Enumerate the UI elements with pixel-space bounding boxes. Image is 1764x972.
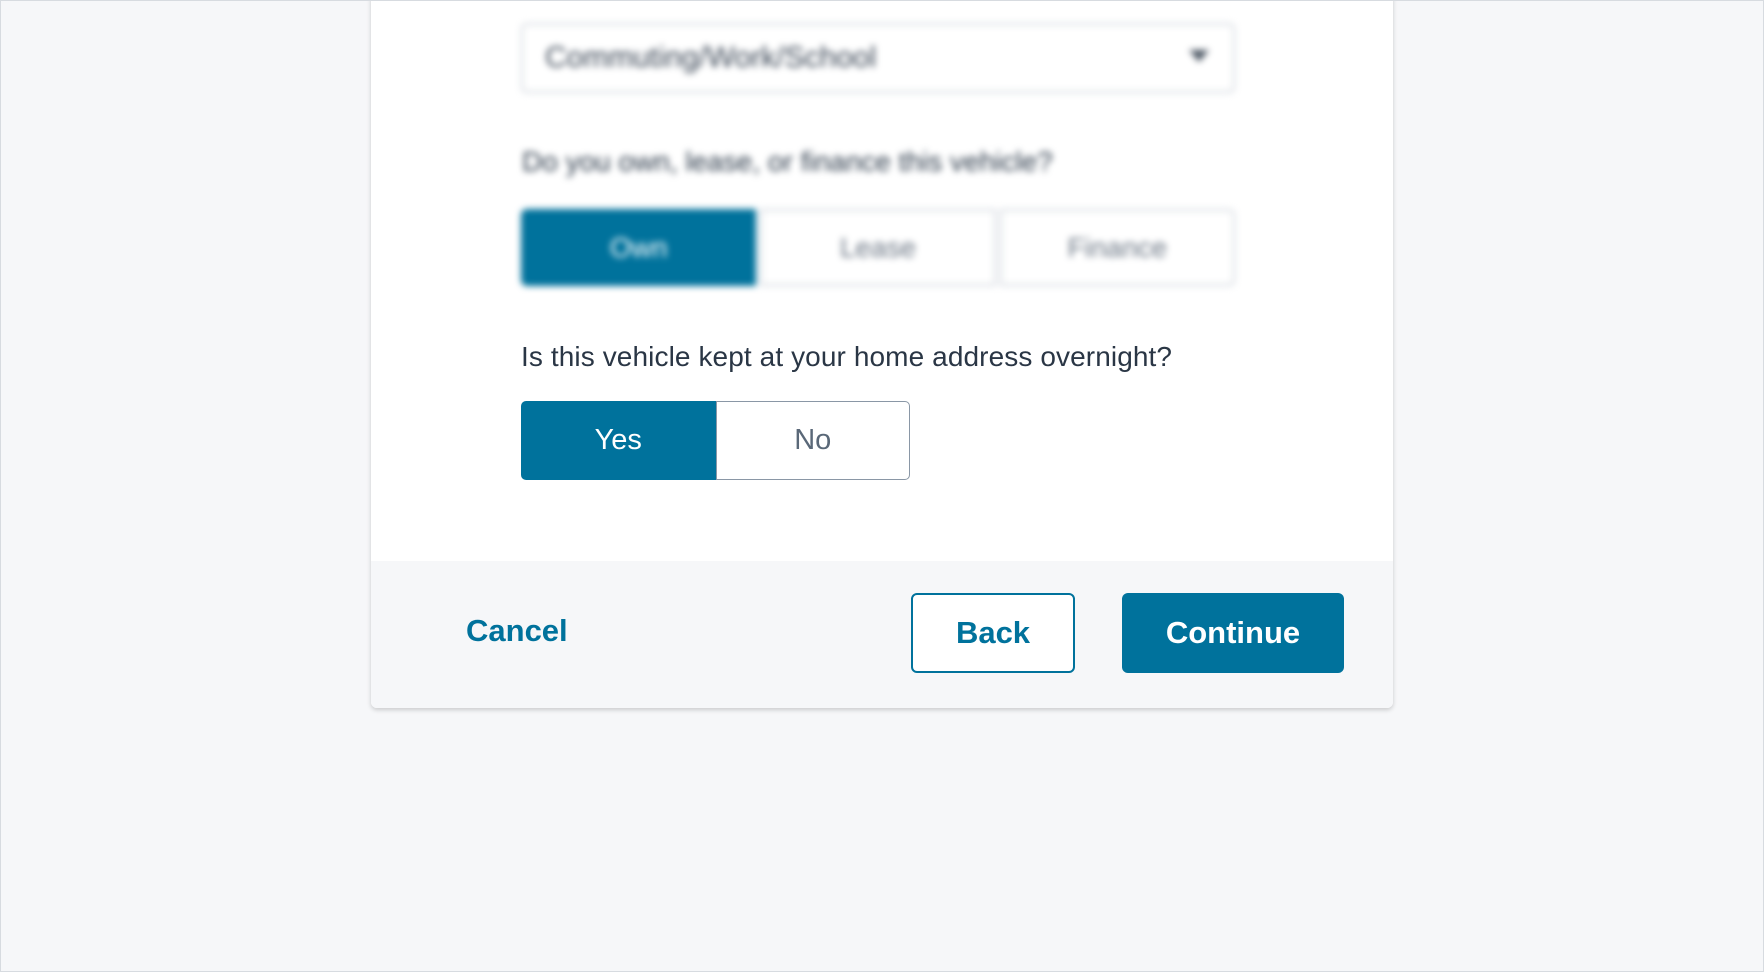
vehicle-usage-select[interactable]: Commuting/Work/School xyxy=(521,23,1235,93)
form-card: Commuting/Work/School Do you own, lease,… xyxy=(371,0,1393,708)
form-footer: Cancel Back Continue xyxy=(371,561,1393,708)
ownership-toggle-group: Own Lease Finance xyxy=(521,209,1235,286)
overnight-no-button[interactable]: No xyxy=(715,401,910,480)
ownership-question-label: Do you own, lease, or finance this vehic… xyxy=(522,146,1053,177)
cancel-link[interactable]: Cancel xyxy=(466,613,568,649)
ownership-option-lease[interactable]: Lease xyxy=(760,209,996,286)
vehicle-usage-value: Commuting/Work/School xyxy=(545,41,877,74)
overnight-yes-button[interactable]: Yes xyxy=(521,401,716,480)
continue-button[interactable]: Continue xyxy=(1122,593,1344,673)
chevron-down-icon xyxy=(1189,50,1209,62)
ownership-option-finance[interactable]: Finance xyxy=(999,209,1235,286)
overnight-toggle-group: Yes No xyxy=(521,401,910,480)
overnight-question-label: Is this vehicle kept at your home addres… xyxy=(521,341,1173,372)
back-button[interactable]: Back xyxy=(911,593,1075,673)
ownership-option-own[interactable]: Own xyxy=(521,209,757,286)
